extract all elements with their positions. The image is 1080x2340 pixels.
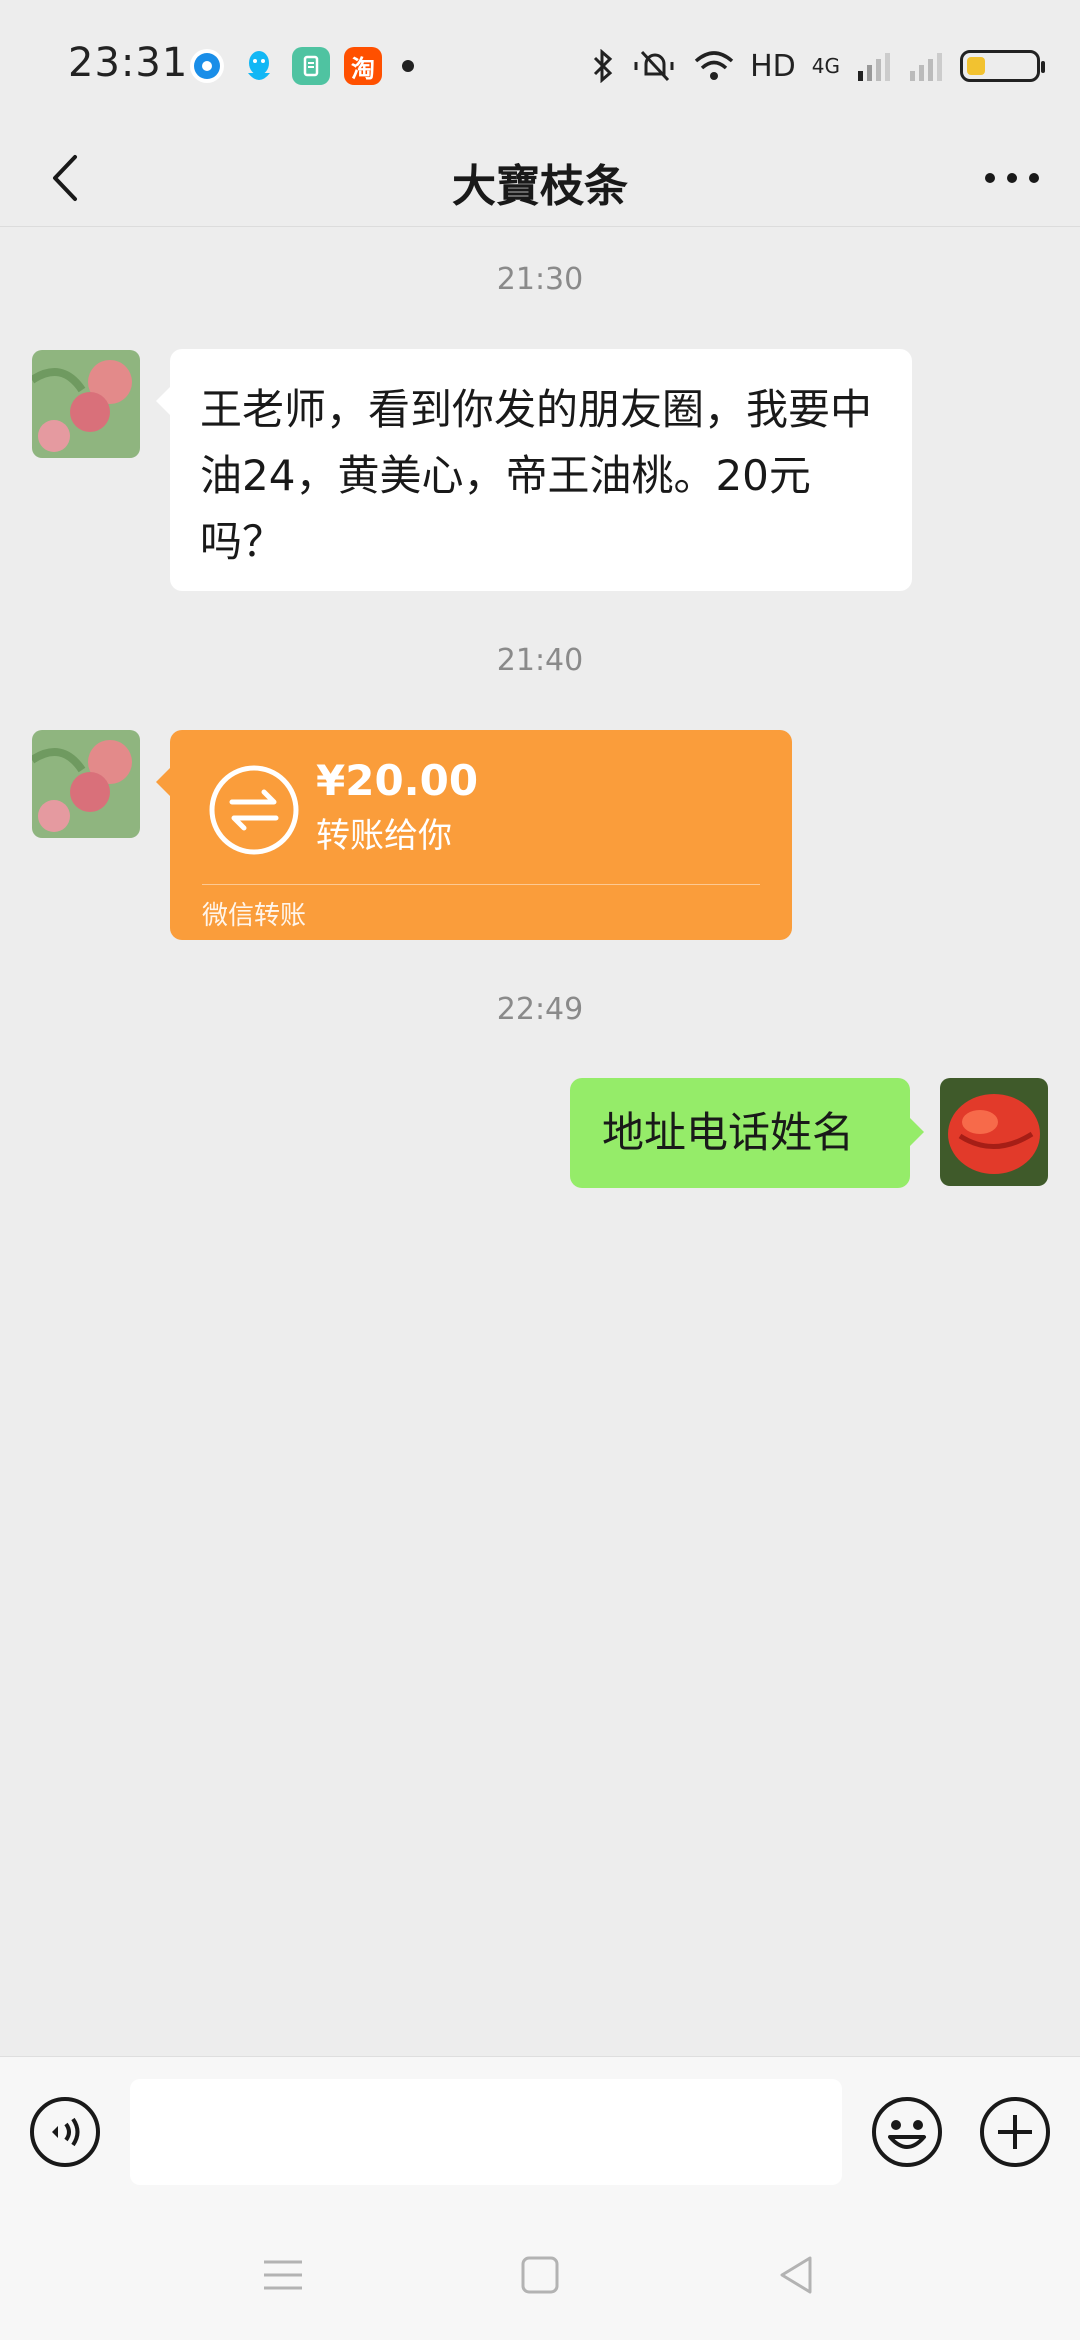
system-indicators: HD 4G bbox=[590, 44, 1045, 88]
message-input[interactable] bbox=[130, 2079, 842, 2185]
more-options-button[interactable] bbox=[972, 140, 1052, 216]
outgoing-message-bubble[interactable]: 地址电话姓名 bbox=[570, 1078, 924, 1188]
transfer-card[interactable]: ¥20.00 转账给你 微信转账 bbox=[156, 730, 792, 940]
taobao-icon: 淘 bbox=[344, 47, 382, 85]
browser-icon bbox=[188, 47, 226, 85]
more-notifications-dot bbox=[402, 60, 414, 72]
transfer-footer: 微信转账 bbox=[202, 901, 307, 931]
more-dots-icon bbox=[985, 173, 1039, 183]
incoming-message-bubble[interactable]: 王老师，看到你发的朋友圈，我要中油24，黄美心，帝王油桃。20元吗？ bbox=[156, 349, 912, 591]
status-time: 23:31 bbox=[68, 40, 189, 86]
transfer-divider bbox=[202, 884, 760, 885]
message-timestamp: 21:40 bbox=[496, 643, 584, 678]
hd-indicator: HD bbox=[750, 48, 796, 84]
signal-2-icon bbox=[910, 53, 942, 81]
message-text: 地址电话姓名 bbox=[602, 1108, 855, 1157]
chat-title: 大寶枝条 bbox=[452, 161, 628, 212]
voice-input-icon[interactable] bbox=[28, 2095, 102, 2169]
back-triangle-icon[interactable] bbox=[772, 2250, 822, 2300]
contact-avatar[interactable] bbox=[32, 730, 140, 838]
chat-header: 大寶枝条 bbox=[0, 130, 1080, 227]
system-navigation-bar bbox=[0, 2210, 1080, 2340]
transfer-arrows-icon bbox=[209, 765, 299, 855]
message-text: 王老师，看到你发的朋友圈，我要中油24，黄美心，帝王油桃。20元吗？ bbox=[200, 385, 873, 566]
transfer-label: 转账给你 bbox=[316, 816, 452, 856]
app-store-icon bbox=[292, 47, 330, 85]
message-timestamp: 21:30 bbox=[496, 262, 584, 297]
menu-icon[interactable] bbox=[258, 2250, 308, 2300]
plus-icon[interactable] bbox=[978, 2095, 1052, 2169]
mute-bell-icon bbox=[634, 50, 674, 82]
bluetooth-icon bbox=[594, 49, 613, 83]
contact-avatar[interactable] bbox=[32, 350, 140, 458]
battery-icon bbox=[960, 50, 1045, 82]
my-avatar[interactable] bbox=[940, 1078, 1048, 1186]
signal-icon bbox=[858, 53, 890, 81]
qq-icon bbox=[240, 47, 278, 85]
wifi-icon bbox=[694, 51, 734, 80]
chat-input-bar bbox=[0, 2056, 1080, 2211]
transfer-amount: ¥20.00 bbox=[316, 756, 479, 805]
status-bar: 23:31 淘 HD 4G bbox=[0, 0, 1080, 130]
network-type-label: 4G bbox=[811, 54, 840, 78]
notification-icons: 淘 bbox=[188, 44, 414, 88]
message-timestamp: 22:49 bbox=[496, 992, 584, 1027]
emoji-icon[interactable] bbox=[870, 2095, 944, 2169]
home-icon[interactable] bbox=[515, 2250, 565, 2300]
